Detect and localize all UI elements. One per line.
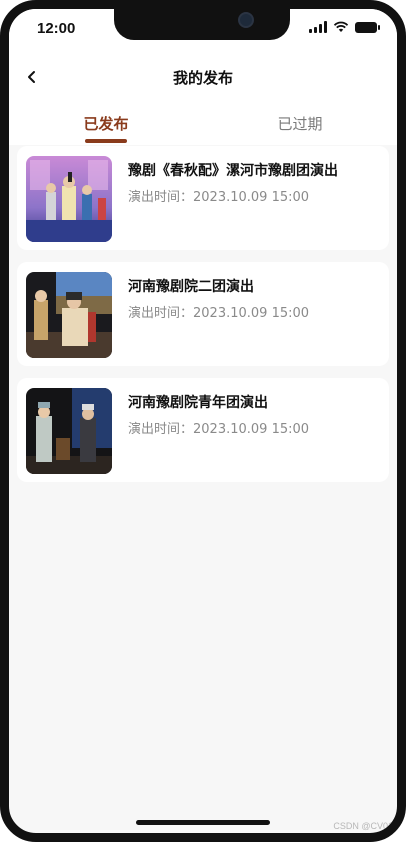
wifi-icon <box>333 21 349 32</box>
tab-active-indicator <box>85 139 127 143</box>
tab-label: 已发布 <box>83 115 129 133</box>
watermark: CSDN @CV0188 <box>333 821 403 831</box>
tab-label: 已过期 <box>277 115 323 133</box>
phone-frame: 12:00 我的发布 已发布 已过期 豫剧《春秋配》漯河市豫剧团演出 演出时间：… <box>0 0 406 842</box>
item-title: 豫剧《春秋配》漯河市豫剧团演出 <box>128 163 338 179</box>
time-label: 演出时间： <box>128 306 194 321</box>
time-label: 演出时间： <box>128 190 194 205</box>
list-item[interactable]: 河南豫剧院二团演出 演出时间：2023.10.09 15:00 <box>17 262 389 366</box>
opera-performer-photo <box>26 272 112 358</box>
opera-stage-photo <box>26 156 112 242</box>
list-item[interactable]: 豫剧《春秋配》漯河市豫剧团演出 演出时间：2023.10.09 15:00 <box>17 146 389 250</box>
item-time: 演出时间：2023.10.09 15:00 <box>128 418 309 437</box>
item-title: 河南豫剧院青年团演出 <box>128 395 268 411</box>
status-icons <box>309 21 380 33</box>
item-title: 河南豫剧院二团演出 <box>128 279 254 295</box>
time-label: 演出时间： <box>128 422 194 437</box>
time-value: 2023.10.09 15:00 <box>193 422 310 437</box>
status-bar: 12:00 <box>9 9 397 53</box>
time-value: 2023.10.09 15:00 <box>193 306 310 321</box>
item-time: 演出时间：2023.10.09 15:00 <box>128 186 309 205</box>
time-value: 2023.10.09 15:00 <box>193 190 310 205</box>
list-item[interactable]: 河南豫剧院青年团演出 演出时间：2023.10.09 15:00 <box>17 378 389 482</box>
home-indicator <box>136 820 270 825</box>
status-time: 12:00 <box>37 20 76 37</box>
publication-list: 豫剧《春秋配》漯河市豫剧团演出 演出时间：2023.10.09 15:00 河南… <box>17 146 389 494</box>
item-time: 演出时间：2023.10.09 15:00 <box>128 302 309 321</box>
tab-published[interactable]: 已发布 <box>9 101 203 145</box>
tab-expired[interactable]: 已过期 <box>203 101 397 145</box>
camera-icon <box>238 12 254 28</box>
nav-header: 我的发布 <box>9 53 397 101</box>
tab-bar: 已发布 已过期 <box>9 101 397 145</box>
signal-icon <box>309 21 327 33</box>
opera-duo-photo <box>26 388 112 474</box>
page-title: 我的发布 <box>172 69 233 87</box>
notch <box>114 9 290 40</box>
battery-icon <box>355 21 380 33</box>
